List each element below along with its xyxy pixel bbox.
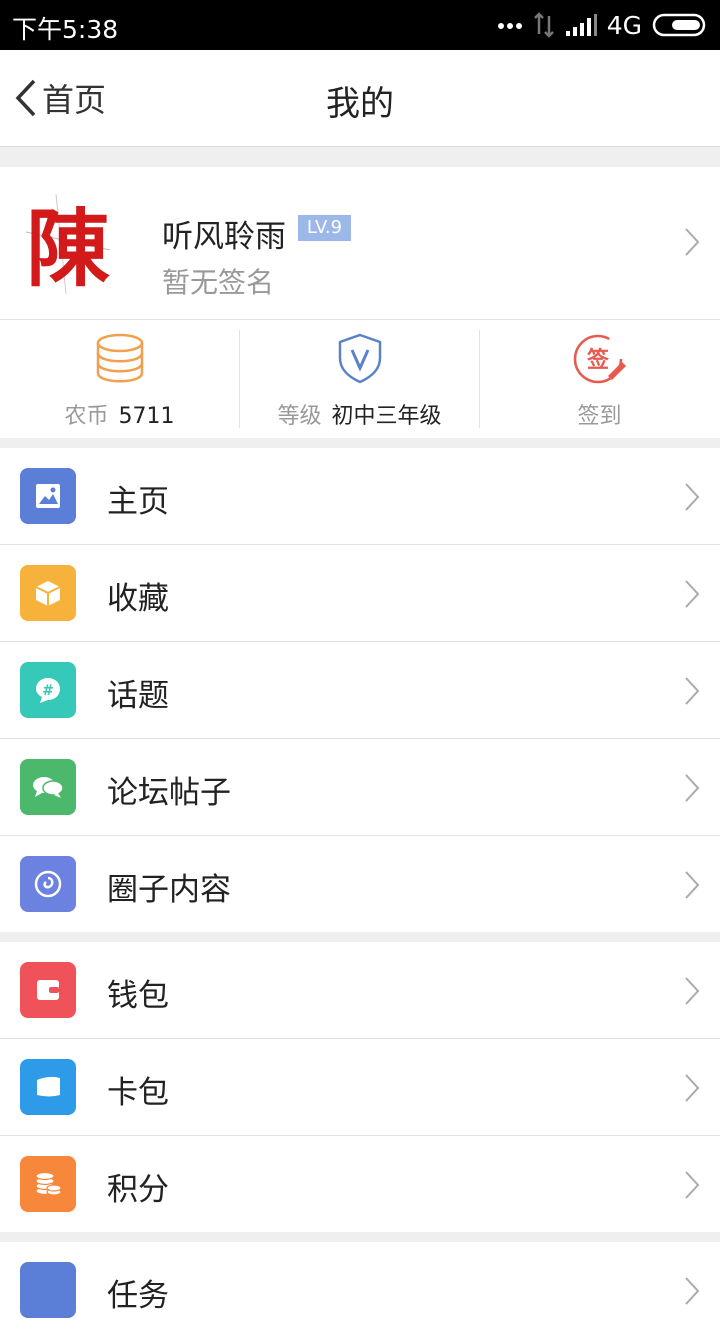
profile-signature: 暂无签名 <box>162 266 275 299</box>
chevron-right-icon <box>685 483 700 511</box>
network-type: 4G <box>606 10 642 40</box>
menu-item-tasks[interactable]: 任务 <box>0 1242 720 1338</box>
sign-in-icon: 签 <box>573 334 626 384</box>
coins-stack-icon <box>20 1156 76 1212</box>
data-transfer-icon <box>533 12 554 38</box>
level-value: 初中三年级 <box>331 404 442 429</box>
battery-icon <box>652 13 706 37</box>
sign-in-stat[interactable]: 签 签到 <box>480 320 719 438</box>
image-icon <box>20 468 76 524</box>
menu-group-finance: 钱包 卡包 积分 <box>0 942 720 1232</box>
menu-item-label: 圈子内容 <box>107 872 231 908</box>
chevron-right-icon <box>685 1074 700 1102</box>
wallet-icon <box>20 962 76 1018</box>
level-label: 等级 <box>277 404 322 429</box>
stats-bar: 农币 5711 等级 初中三年级 签 签到 <box>0 320 720 438</box>
profile-name: 听风聆雨 <box>162 219 286 255</box>
chevron-right-icon <box>685 774 700 802</box>
menu-item-wallet[interactable]: 钱包 <box>0 942 720 1039</box>
svg-text:#: # <box>42 683 54 699</box>
avatar-glyph: 陳 <box>26 199 110 296</box>
menu-item-label: 收藏 <box>107 581 169 617</box>
chevron-right-icon <box>685 228 700 256</box>
profile-card[interactable]: 陳 听风聆雨 LV.9 暂无签名 <box>0 167 720 320</box>
coins-value: 5711 <box>118 404 175 429</box>
chevron-right-icon <box>685 580 700 608</box>
task-icon <box>20 1262 76 1318</box>
menu-group-content: 主页 收藏 # 话题 论坛帖子 圈子内容 <box>0 448 720 932</box>
status-time: 下午5:38 <box>12 15 119 44</box>
box-icon <box>20 565 76 621</box>
chat-bubbles-icon <box>20 759 76 815</box>
menu-item-card-wallet[interactable]: 卡包 <box>0 1039 720 1136</box>
coins-icon <box>96 333 143 383</box>
coins-label: 农币 <box>64 404 109 429</box>
menu-item-label: 钱包 <box>107 978 169 1014</box>
hashtag-chat-icon: # <box>20 662 76 718</box>
chevron-right-icon <box>685 1277 700 1305</box>
status-bar: 下午5:38 4G <box>0 0 720 50</box>
level-badge: LV.9 <box>298 215 351 241</box>
svg-text:签: 签 <box>585 347 609 373</box>
menu-item-forum-posts[interactable]: 论坛帖子 <box>0 739 720 836</box>
menu-group-tasks: 任务 <box>0 1242 720 1338</box>
swirl-icon <box>20 856 76 912</box>
shield-v-icon <box>338 333 381 384</box>
signal-icon <box>565 14 597 36</box>
menu-item-label: 积分 <box>107 1172 169 1208</box>
menu-item-homepage[interactable]: 主页 <box>0 448 720 545</box>
chevron-right-icon <box>685 1171 700 1199</box>
menu-item-label: 论坛帖子 <box>107 775 231 811</box>
avatar: 陳 <box>25 193 111 296</box>
coins-stat[interactable]: 农币 5711 <box>0 320 239 438</box>
chevron-right-icon <box>685 677 700 705</box>
menu-item-label: 主页 <box>107 484 169 520</box>
more-dots-icon <box>497 23 522 29</box>
top-nav-bar: 首页 我的 <box>0 50 720 147</box>
menu-item-points[interactable]: 积分 <box>0 1136 720 1232</box>
card-icon <box>20 1059 76 1115</box>
menu-item-label: 任务 <box>107 1278 169 1314</box>
menu-item-label: 话题 <box>107 678 169 714</box>
menu-item-circle-content[interactable]: 圈子内容 <box>0 836 720 932</box>
menu-item-favorites[interactable]: 收藏 <box>0 545 720 642</box>
sign-in-label: 签到 <box>577 404 622 429</box>
chevron-right-icon <box>685 871 700 899</box>
chevron-right-icon <box>685 977 700 1005</box>
menu-item-label: 卡包 <box>107 1075 169 1111</box>
menu-item-topics[interactable]: # 话题 <box>0 642 720 739</box>
page-title: 我的 <box>326 84 394 124</box>
level-stat[interactable]: 等级 初中三年级 <box>240 320 479 438</box>
